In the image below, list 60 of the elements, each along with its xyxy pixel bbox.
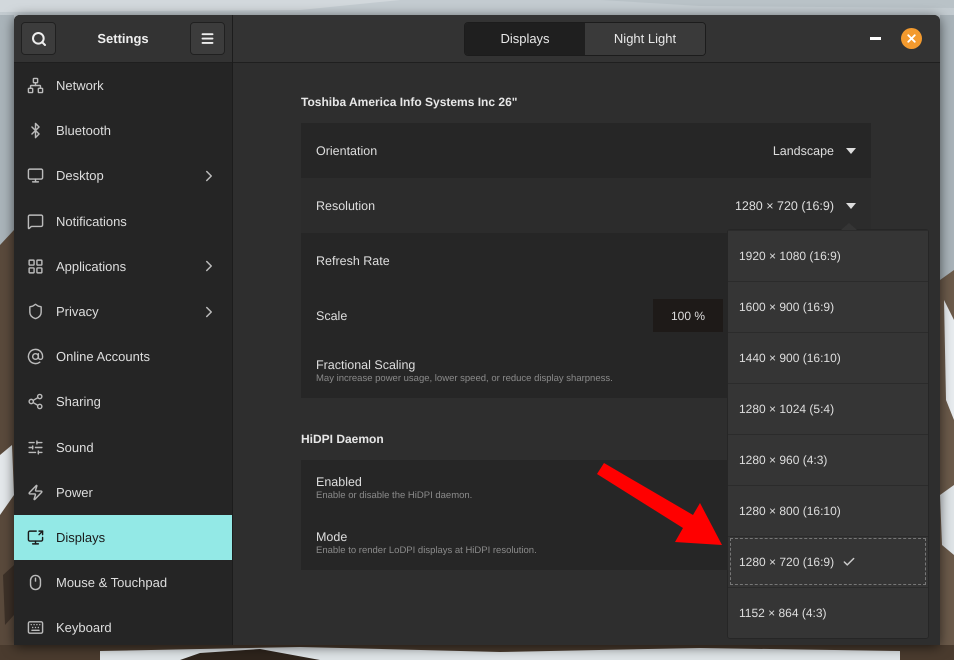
row-label: Orientation — [316, 144, 378, 158]
menu-item[interactable]: 1280 × 960 (4:3) — [728, 434, 928, 485]
section-title: HiDPI Daemon — [301, 432, 385, 446]
menu-item[interactable]: 1280 × 1024 (5:4) — [728, 383, 928, 434]
sidebar-item[interactable]: Power — [14, 470, 232, 515]
sidebar-item[interactable]: Network — [14, 63, 232, 108]
monitor-icon — [27, 167, 44, 184]
tab[interactable]: Night Light — [585, 22, 705, 54]
row-label: Scale — [316, 308, 348, 322]
sidebar-item[interactable]: Applications — [14, 244, 232, 289]
minimize-icon — [870, 37, 881, 40]
sidebar-item[interactable]: Sharing — [14, 379, 232, 424]
close-icon — [905, 32, 918, 45]
section-title: Toshiba America Info Systems Inc 26" — [301, 95, 518, 109]
search-icon — [30, 30, 46, 46]
close-button[interactable] — [901, 28, 922, 49]
sidebar-item[interactable]: Notifications — [14, 198, 232, 244]
sidebar-item[interactable]: Bluetooth — [14, 108, 232, 154]
keyboard-icon — [27, 619, 44, 636]
sidebar-item[interactable]: Desktop — [14, 153, 232, 199]
grid-icon — [27, 258, 44, 275]
row-label: Resolution — [316, 198, 376, 212]
sidebar-item[interactable]: Online Accounts — [14, 334, 232, 380]
scale-button[interactable]: 100 % — [653, 299, 723, 332]
sidebar-item[interactable]: Keyboard — [14, 605, 232, 645]
menu-item[interactable]: 1152 × 864 (4:3) — [728, 587, 928, 638]
sidebar-item[interactable]: Displays — [14, 514, 232, 560]
sidebar-item[interactable]: Privacy — [14, 288, 232, 334]
row-description: Enable to render LoDPI displays at HiDPI resolution. — [316, 544, 537, 556]
lightning-icon — [27, 484, 44, 501]
row-label: Refresh Rate — [316, 254, 390, 268]
sliders-icon — [27, 438, 44, 456]
menu-icon — [200, 31, 215, 46]
dropdown[interactable]: Landscape — [772, 144, 856, 158]
search-button[interactable] — [21, 22, 56, 55]
dropdown[interactable]: 1280 × 720 (16:9) — [734, 198, 856, 212]
menu-item[interactable]: 1280 × 800 (16:10) — [728, 485, 928, 536]
menu-item[interactable]: 1920 × 1080 (16:9) — [728, 230, 928, 281]
shield-icon — [27, 303, 44, 320]
chat-bubble-icon — [27, 212, 44, 230]
sidebar-item[interactable]: Mouse & Touchpad — [14, 560, 232, 606]
menu-button[interactable] — [190, 22, 225, 55]
network-icon — [27, 77, 44, 94]
row-description: Enable or disable the HiDPI daemon. — [316, 490, 472, 500]
row-description: May increase power usage, lower speed, or reduce display sharpness. — [316, 372, 613, 384]
tab[interactable]: Displays — [465, 22, 585, 54]
menu-item[interactable]: 1280 × 720 (16:9) — [728, 536, 928, 587]
row-label: Mode — [316, 530, 348, 544]
sidebar-item[interactable]: Sound — [14, 424, 232, 470]
caret-icon — [846, 148, 856, 154]
caret-icon — [846, 202, 856, 208]
share-icon — [27, 393, 44, 410]
at-sign-icon — [27, 348, 44, 366]
row-label: Fractional Scaling — [316, 358, 416, 372]
screen-icon — [27, 528, 44, 546]
row-label: Enabled — [316, 474, 362, 488]
menu-item[interactable]: 1440 × 900 (16:10) — [728, 332, 928, 383]
window-title: Settings — [97, 31, 149, 46]
mouse-icon — [27, 574, 44, 592]
menu-item[interactable]: 1600 × 900 (16:9) — [728, 281, 928, 332]
